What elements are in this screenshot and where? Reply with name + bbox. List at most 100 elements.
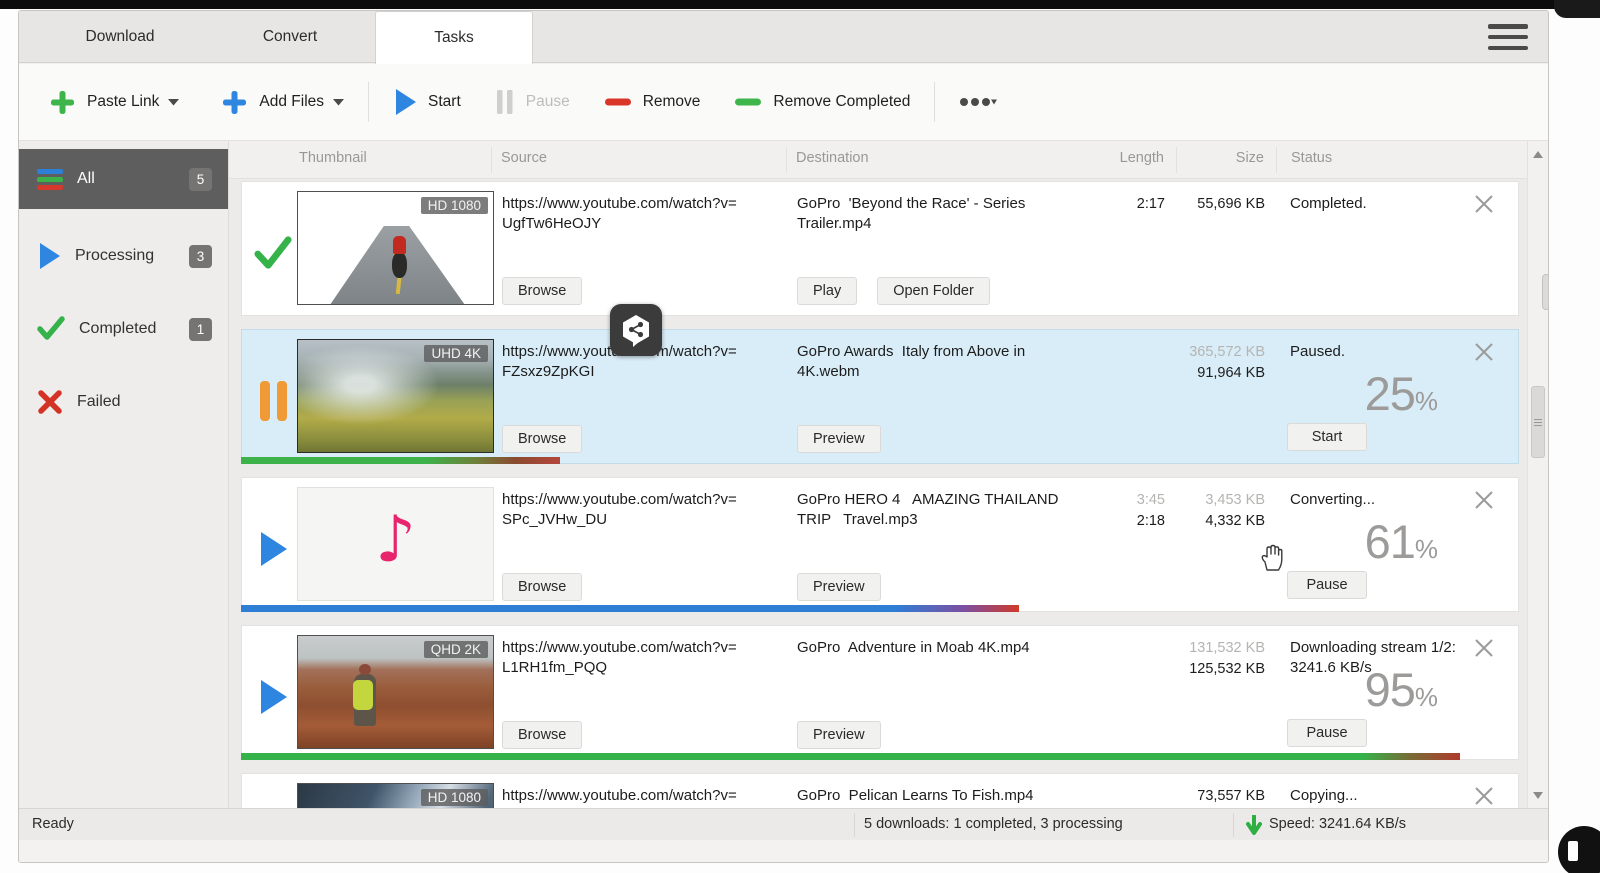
scrollbar-thumb[interactable] [1531,386,1545,458]
size-cell: 3,453 KB 4,332 KB [1205,492,1265,529]
more-actions-button[interactable] [959,97,998,107]
music-note-icon: ♪ [375,503,416,577]
header-divider [491,147,492,173]
size-cell: 55,696 KB [1197,196,1265,212]
start-button[interactable]: Start [393,88,461,116]
close-icon[interactable] [1472,192,1496,216]
sidebar-item-failed[interactable]: Failed [19,377,228,427]
header-divider [1276,147,1277,173]
paste-link-button[interactable]: Paste Link [49,89,159,116]
col-length: Length [1119,150,1164,166]
browse-button[interactable]: Browse [502,277,583,305]
row-state-pause-icon [254,380,292,422]
progress-percent: 61% [1364,515,1438,568]
list-header: Thumbnail Source Destination Length Size… [229,141,1527,179]
sidebar-item-processing[interactable]: Processing 3 [19,231,228,281]
close-icon[interactable] [1472,488,1496,512]
length-cell: 3:45 2:18 [1136,492,1165,529]
download-manager-window: Download Convert Tasks Paste Link Add Fi… [18,10,1549,863]
speed-down-arrow-icon [1246,814,1262,839]
recorder-glyph [1568,841,1578,861]
failed-cross-icon [38,390,62,414]
pause-row-button[interactable]: Pause [1287,571,1367,599]
vertical-scrollbar[interactable] [1527,141,1548,808]
size-cell: 73,557 KB [1197,788,1265,804]
status-downloads-summary: 5 downloads: 1 completed, 3 processing [864,816,1123,832]
all-filter-icon [37,168,63,190]
quality-badge: HD 1080 [420,197,488,214]
open-folder-button[interactable]: Open Folder [877,277,990,305]
progress-bar [241,457,560,464]
browse-button[interactable]: Browse [502,425,583,453]
share-overlay-icon[interactable] [610,304,662,356]
window-bottom-edge [19,840,1548,862]
count-badge: 5 [189,167,212,191]
destination-file: GoPro 'Beyond the Race' - Series Trailer… [797,195,1030,232]
header-divider [786,147,787,173]
play-button[interactable]: Play [797,277,858,305]
progress-bar [241,753,1460,760]
start-row-button[interactable]: Start [1287,423,1367,451]
col-status: Status [1291,150,1333,166]
scroll-down-icon[interactable] [1528,786,1548,804]
remove-completed-button[interactable]: Remove Completed [734,93,910,111]
plus-icon [51,90,74,114]
browse-button[interactable]: Browse [502,721,583,749]
destination-file: GoPro HERO 4 AMAZING THAILAND TRIP Trave… [797,491,1063,528]
tab-bar: Download Convert Tasks [19,11,1548,64]
status-speed: Speed: 3241.64 KB/s [1269,816,1407,832]
paste-link-dropdown-icon[interactable] [168,98,180,106]
preview-button[interactable]: Preview [797,425,881,453]
tab-tasks[interactable]: Tasks [375,11,533,64]
screen-recorder-overlay[interactable] [1558,826,1600,873]
pause-icon [496,90,513,114]
source-url: https://www.youtube.com/watch?v= UgfTw6He… [502,195,737,232]
hand-cursor-icon [1258,542,1286,577]
task-row-completed[interactable]: HD 1080 https://www.youtube.com/watch?v=… [241,181,1519,316]
desktop-top-bar [0,0,1600,9]
plus-icon [223,90,247,114]
count-badge: 1 [189,317,212,341]
sidebar-item-all[interactable]: All 5 [19,149,228,209]
col-size: Size [1235,150,1264,166]
desktop-top-corner [1554,0,1600,18]
start-icon [396,89,417,115]
pause-row-button[interactable]: Pause [1287,719,1367,747]
preview-button[interactable]: Preview [797,721,881,749]
destination-file: GoPro Awards Italy from Above in 4K.webm [797,343,1030,380]
add-files-dropdown-icon[interactable] [333,98,345,106]
audio-thumbnail-music-note: ♪ [297,487,494,601]
preview-button[interactable]: Preview [797,573,881,601]
video-thumbnail-hiker: QHD 2K [297,635,494,749]
remove-icon [604,98,631,106]
progress-percent: 25% [1364,367,1438,420]
close-icon[interactable] [1472,784,1496,808]
quality-badge: QHD 2K [423,641,488,658]
window-body: All 5 Processing 3 Completed 1 Failed Th… [19,141,1548,808]
task-row-copying[interactable]: HD 1080 https://www.youtube.com/watch?v=… [241,773,1519,808]
window-edge-grip[interactable] [1542,274,1548,310]
status-cell: Converting... [1290,491,1376,508]
count-badge: 3 [189,244,212,268]
tab-download[interactable]: Download [33,11,207,63]
task-rows: HD 1080 https://www.youtube.com/watch?v=… [229,179,1527,808]
pause-button[interactable]: Pause [495,89,570,115]
remove-button[interactable]: Remove [604,93,700,111]
close-icon[interactable] [1472,636,1496,660]
sidebar-item-completed[interactable]: Completed 1 [19,304,228,354]
scroll-up-icon[interactable] [1528,145,1548,163]
status-ready: Ready [32,816,74,832]
col-thumbnail: Thumbnail [299,150,367,166]
remove-completed-icon [735,98,762,106]
add-files-button[interactable]: Add Files [221,89,324,116]
close-icon[interactable] [1472,340,1496,364]
completed-check-icon [37,316,65,340]
task-row-paused[interactable]: UHD 4K https://www.youtube.com/watch?v=F… [241,329,1519,464]
menu-icon[interactable] [1488,24,1528,50]
browse-button[interactable]: Browse [502,573,583,601]
progress-bar [241,605,1020,612]
task-row-converting[interactable]: ♪ https://www.youtube.com/watch?v= SPc_JV… [241,477,1519,612]
row-state-play-icon [254,528,292,570]
tab-convert[interactable]: Convert [207,11,373,63]
task-row-downloading[interactable]: QHD 2K https://www.youtube.com/watch?v= L… [241,625,1519,760]
